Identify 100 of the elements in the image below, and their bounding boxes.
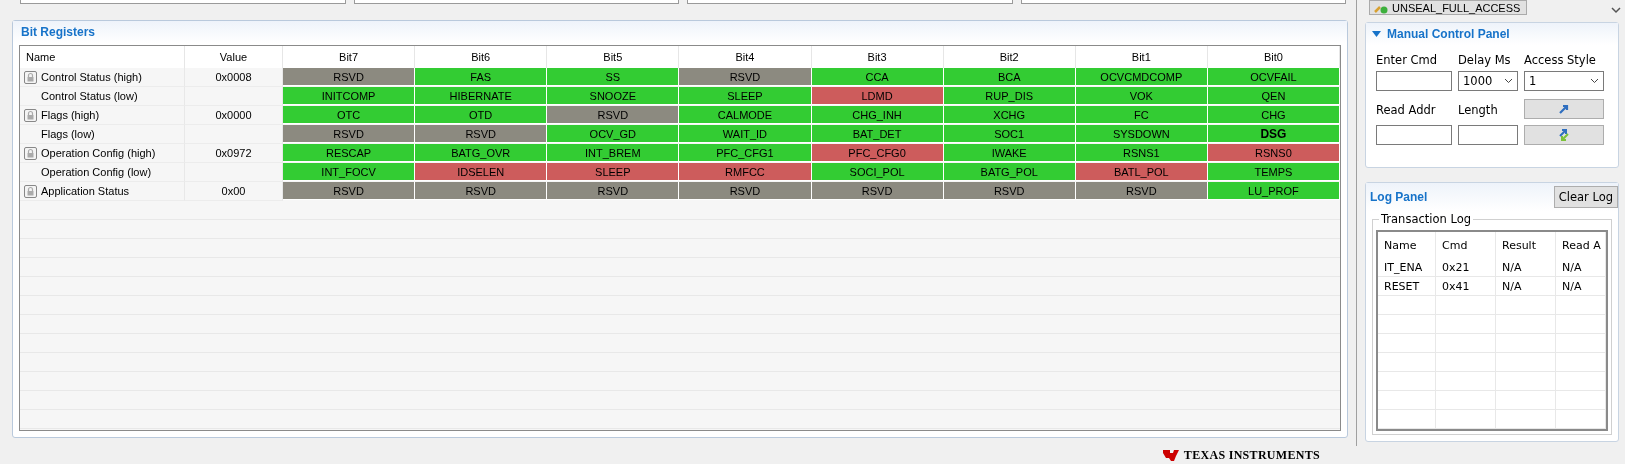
group-title: Transaction Log bbox=[1379, 212, 1473, 226]
field-label: Length bbox=[1458, 102, 1499, 119]
table-cell bbox=[1378, 315, 1436, 334]
table-cell bbox=[1556, 296, 1606, 315]
bit-flag-cell: RSVD bbox=[1075, 182, 1208, 200]
input-field[interactable] bbox=[20, 0, 346, 4]
bit-flag-cell: RSNS1 bbox=[1075, 144, 1208, 162]
column-header: Bit1 bbox=[1075, 46, 1208, 68]
table-cell bbox=[1378, 372, 1436, 391]
collapse-triangle-icon[interactable] bbox=[1372, 31, 1381, 37]
bit-flag-cell: LDMD bbox=[811, 87, 944, 105]
lock-icon bbox=[24, 70, 37, 84]
bit-flag-cell: PFC_CFG1 bbox=[679, 144, 812, 162]
bit-flag-cell: CHG bbox=[1207, 106, 1340, 124]
bit-flag-cell: WAIT_ID bbox=[679, 125, 812, 143]
chevron-down-icon bbox=[1504, 78, 1513, 84]
dropdown[interactable]: 1 bbox=[1524, 71, 1604, 91]
bit-flag-cell: CHG_INH bbox=[811, 106, 944, 124]
write-button[interactable] bbox=[1524, 99, 1604, 119]
bit-flag-cell: HIBERNATE bbox=[415, 87, 548, 105]
lock-icon bbox=[24, 146, 37, 160]
bit-flag-cell: RSVD bbox=[943, 182, 1076, 200]
register-name: Flags (low) bbox=[41, 128, 95, 140]
input-field[interactable] bbox=[1376, 71, 1452, 91]
logo-text: TEXAS INSTRUMENTS bbox=[1183, 447, 1320, 463]
table-cell: N/A bbox=[1496, 277, 1556, 296]
register-name: Flags (high) bbox=[41, 109, 100, 121]
chevron-down-icon[interactable] bbox=[1611, 6, 1621, 14]
column-header: Bit3 bbox=[811, 46, 944, 68]
bit-flag-cell: OTD bbox=[415, 106, 548, 124]
bit-flag-cell: FC bbox=[1075, 106, 1208, 124]
register-name: Control Status (high) bbox=[41, 71, 142, 83]
register-name: Operation Config (high) bbox=[41, 147, 156, 159]
table-cell: N/A bbox=[1556, 277, 1606, 296]
panel-title: Bit Registers bbox=[21, 25, 96, 39]
column-header: Bit7 bbox=[283, 46, 416, 68]
column-header: Bit2 bbox=[943, 46, 1076, 68]
column-header: Bit6 bbox=[415, 46, 548, 68]
input-field[interactable] bbox=[1020, 0, 1346, 4]
bit-flag-cell: BATG_POL bbox=[943, 163, 1076, 181]
bit-flag-cell: OCV_GD bbox=[547, 125, 680, 143]
read-write-button[interactable] bbox=[1524, 125, 1604, 145]
bit-flag-cell: RSVD bbox=[547, 182, 680, 200]
column-header: Bit5 bbox=[547, 46, 680, 68]
table-cell bbox=[1378, 391, 1436, 410]
bit-flag-cell: VOK bbox=[1075, 87, 1208, 105]
table-cell bbox=[1556, 372, 1606, 391]
table-cell: 0x21 bbox=[1436, 258, 1496, 277]
bit-flag-cell: SS bbox=[547, 68, 680, 86]
field-label: Enter Cmd bbox=[1376, 52, 1439, 69]
input-field[interactable] bbox=[353, 0, 679, 4]
table-cell bbox=[1436, 410, 1496, 429]
bit-flag-cell: RMFCC bbox=[679, 163, 812, 181]
input-field[interactable] bbox=[687, 0, 1013, 4]
bit-flag-cell: OCVFAIL bbox=[1207, 68, 1340, 86]
bit-flag-cell: SLEEP bbox=[679, 87, 812, 105]
bit-flag-cell: CCA bbox=[811, 68, 944, 86]
register-name: Operation Config (low) bbox=[41, 166, 152, 178]
key-icon bbox=[1374, 4, 1388, 14]
field-label: Read Addr bbox=[1376, 102, 1437, 119]
bit-flag-cell: SLEEP bbox=[547, 163, 680, 181]
bit-flag-cell: BATG_OVR bbox=[415, 144, 548, 162]
table-cell bbox=[1556, 334, 1606, 353]
bit-flag-cell: IWAKE bbox=[943, 144, 1076, 162]
table-cell: RESET bbox=[1378, 277, 1436, 296]
bit-flag-cell: RSVD bbox=[811, 182, 944, 200]
bit-flag-cell: RSVD bbox=[415, 182, 548, 200]
bit-flag-cell: PFC_CFG0 bbox=[811, 144, 944, 162]
column-header: Cmd bbox=[1436, 232, 1496, 258]
bit-flag-cell: IDSELEN bbox=[415, 163, 548, 181]
column-header: Bit0 bbox=[1207, 46, 1340, 68]
input-field[interactable] bbox=[1376, 125, 1452, 145]
table-cell bbox=[1378, 353, 1436, 372]
register-value: 0x00 bbox=[221, 185, 246, 197]
arrows-icon bbox=[1557, 128, 1571, 142]
column-header: Bit4 bbox=[679, 46, 812, 68]
clear-log-button[interactable]: Clear Log bbox=[1553, 186, 1618, 208]
column-header: Name bbox=[20, 46, 185, 68]
bit-flag-cell: RSNS0 bbox=[1207, 144, 1340, 162]
lock-icon bbox=[24, 108, 37, 122]
table-cell bbox=[1378, 334, 1436, 353]
table-cell bbox=[1556, 353, 1606, 372]
bit-flag-cell: CALMODE bbox=[679, 106, 812, 124]
bit-flag-cell: RUP_DIS bbox=[943, 87, 1076, 105]
bit-flag-cell: RSVD bbox=[283, 182, 416, 200]
bit-flag-cell: SNOOZE bbox=[547, 87, 680, 105]
bit-flag-cell: BCA bbox=[943, 68, 1076, 86]
bit-flag-cell: SOCI_POL bbox=[811, 163, 944, 181]
input-field[interactable] bbox=[1458, 125, 1518, 145]
register-value: 0x0000 bbox=[215, 109, 252, 121]
table-cell bbox=[1378, 296, 1436, 315]
column-header: Name bbox=[1378, 232, 1436, 258]
bit-flag-cell: SOC1 bbox=[943, 125, 1076, 143]
bit-flag-cell: RSVD bbox=[547, 106, 680, 124]
column-header: Read A bbox=[1556, 232, 1606, 258]
dropdown[interactable]: 1000 bbox=[1458, 71, 1518, 91]
bit-flag-cell: RSVD bbox=[283, 125, 416, 143]
bit-flag-cell: TEMPS bbox=[1207, 163, 1340, 181]
unseal-button[interactable]: UNSEAL_FULL_ACCESS bbox=[1369, 0, 1528, 15]
bit-flag-cell: RSVD bbox=[679, 182, 812, 200]
